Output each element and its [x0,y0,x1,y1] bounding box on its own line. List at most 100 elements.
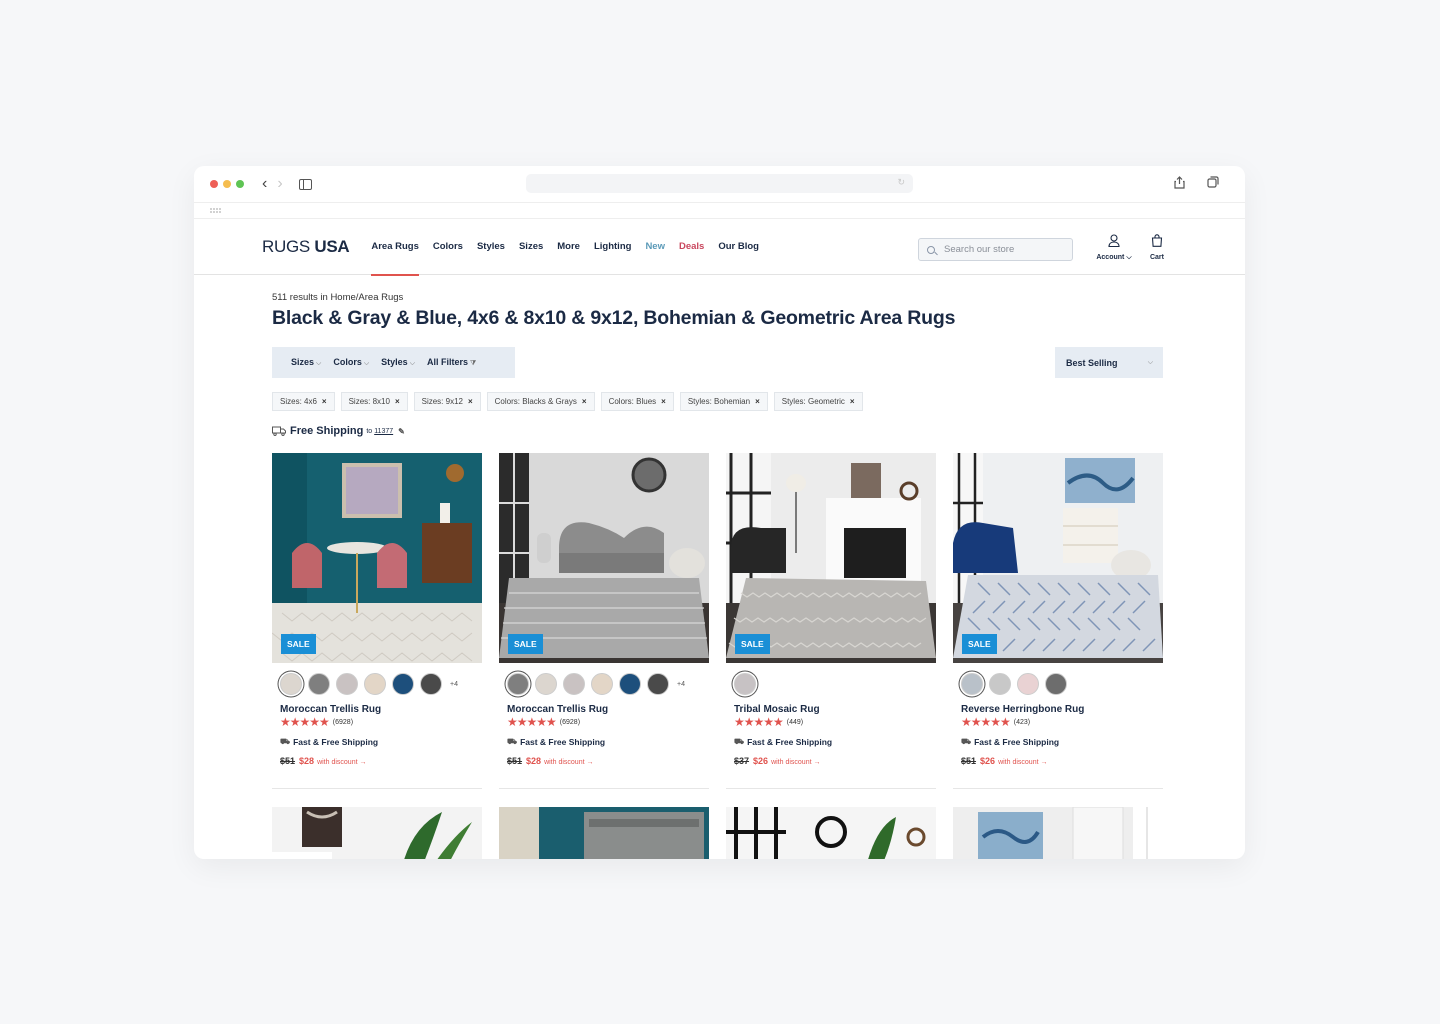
product-image[interactable]: SALE [726,453,936,663]
search-box[interactable] [918,238,1073,261]
address-bar[interactable]: ↻ [526,174,913,193]
zoom-window-button[interactable] [236,180,244,188]
menu-lighting[interactable]: Lighting [587,219,638,275]
product-image[interactable] [272,807,482,859]
search-icon [927,245,935,254]
color-swatch[interactable] [280,673,302,695]
sidebar-toggle-icon[interactable] [298,178,312,190]
color-swatch[interactable] [364,673,386,695]
discount-link[interactable]: with discount → [544,759,593,766]
forward-arrow-icon[interactable]: › [277,176,282,192]
filter-chip[interactable]: Styles: Bohemian × [679,392,768,411]
product-name[interactable]: Tribal Mosaic Rug [726,704,936,715]
filter-chip[interactable]: Colors: Blues × [600,392,674,411]
menu-area-rugs[interactable]: Area Rugs [364,219,426,276]
filter-styles-dropdown[interactable]: Styles ⌵ [381,357,415,368]
product-card[interactable]: SALE +4 Moroccan Trellis Rug ★★★★★ (6928… [272,453,482,789]
product-name[interactable]: Moroccan Trellis Rug [499,704,709,715]
close-icon[interactable]: × [850,397,855,406]
close-icon[interactable]: × [582,397,587,406]
reload-icon[interactable]: ↻ [897,177,905,188]
product-name[interactable]: Reverse Herringbone Rug [953,704,1163,715]
menu-more[interactable]: More [550,219,587,275]
more-colors-count[interactable]: +4 [450,681,458,688]
product-card[interactable]: SALE Reverse Herringbone Rug ★★★★★ (423)… [953,453,1163,789]
product-card[interactable] [953,806,1163,859]
product-card[interactable] [272,807,482,859]
close-icon[interactable]: × [468,397,473,406]
review-count: (423) [1013,718,1031,726]
account-button[interactable]: Account ⌵ [1094,234,1134,262]
color-swatch[interactable] [1017,673,1039,695]
discount-link[interactable]: with discount → [998,759,1047,766]
color-swatch[interactable] [989,673,1011,695]
product-image[interactable] [953,806,1163,859]
tabs-overview-icon[interactable] [1207,176,1219,189]
color-swatch[interactable] [535,673,557,695]
zip-code-link[interactable]: 11377 [374,428,393,435]
product-name[interactable]: Moroccan Trellis Rug [272,704,482,715]
color-swatch[interactable] [619,673,641,695]
color-swatch[interactable] [591,673,613,695]
color-swatch[interactable] [1045,673,1067,695]
product-image[interactable] [499,807,709,859]
discount-link[interactable]: with discount → [771,759,820,766]
filter-chip[interactable]: Sizes: 8x10 × [340,392,408,411]
product-card[interactable]: SALE Tribal Mosaic Rug ★★★★★ (449) ⛟ Fast… [726,453,936,789]
minimize-window-button[interactable] [223,180,231,188]
review-count: (449) [786,718,804,726]
all-filters-button[interactable]: All Filters ⧩ [427,357,476,368]
color-swatch[interactable] [647,673,669,695]
chevron-down-icon: ⌵ [1126,254,1132,261]
close-icon[interactable]: × [755,397,760,406]
cart-button[interactable]: Cart [1146,234,1168,261]
menu-styles[interactable]: Styles [470,219,512,275]
color-swatch[interactable] [420,673,442,695]
sort-dropdown[interactable]: Best Selling ⌵ [1055,347,1163,378]
color-swatch[interactable] [961,673,983,695]
site-header: RUGS USA Area Rugs Colors Styles Sizes M… [194,219,1245,276]
filter-chip[interactable]: Sizes: 4x6 × [272,392,335,411]
discount-link[interactable]: with discount → [317,759,366,766]
product-image[interactable]: SALE [272,453,482,663]
product-image[interactable]: SALE [499,453,709,663]
close-icon[interactable]: × [322,397,327,406]
menu-deals[interactable]: Deals [672,219,711,275]
color-swatch[interactable] [392,673,414,695]
search-input[interactable] [944,244,1064,255]
back-arrow-icon[interactable]: ‹ [262,176,267,192]
menu-our-blog[interactable]: Our Blog [711,219,766,275]
filter-colors-dropdown[interactable]: Colors ⌵ [333,357,369,368]
color-swatch[interactable] [507,673,529,695]
apps-grid-icon[interactable] [210,208,221,213]
site-logo[interactable]: RUGS USA [262,236,350,257]
main-menu: Area Rugs Colors Styles Sizes More Light… [364,219,766,276]
menu-colors[interactable]: Colors [426,219,470,275]
discount-price: $28 [299,756,315,766]
product-card[interactable] [499,807,709,859]
product-image[interactable]: SALE [953,453,1163,663]
pencil-edit-icon[interactable]: ✎ [398,427,405,436]
close-window-button[interactable] [210,180,218,188]
product-card[interactable]: SALE +4 Moroccan Trellis Rug ★★★★★ (6928… [499,453,709,789]
menu-new[interactable]: New [638,219,672,275]
color-swatch[interactable] [734,673,756,695]
more-colors-count[interactable]: +4 [677,681,685,688]
color-swatch[interactable] [563,673,585,695]
product-card[interactable] [726,807,936,859]
bookmarks-bar [194,202,1245,219]
shipping-info: ⛟ Fast & Free Shipping [507,737,606,747]
product-image[interactable] [726,807,936,859]
filter-chip[interactable]: Styles: Geometric × [773,392,863,411]
filter-chip[interactable]: Sizes: 9x12 × [413,392,481,411]
menu-sizes[interactable]: Sizes [512,219,550,275]
color-swatch[interactable] [336,673,358,695]
sale-badge: SALE [735,634,770,654]
share-icon[interactable] [1174,176,1185,189]
close-icon[interactable]: × [661,397,666,406]
filter-chip[interactable]: Colors: Blacks & Grays × [486,392,595,411]
logo-text: RUGS [262,236,310,256]
close-icon[interactable]: × [395,397,400,406]
color-swatch[interactable] [308,673,330,695]
filter-sizes-dropdown[interactable]: Sizes ⌵ [291,357,321,368]
